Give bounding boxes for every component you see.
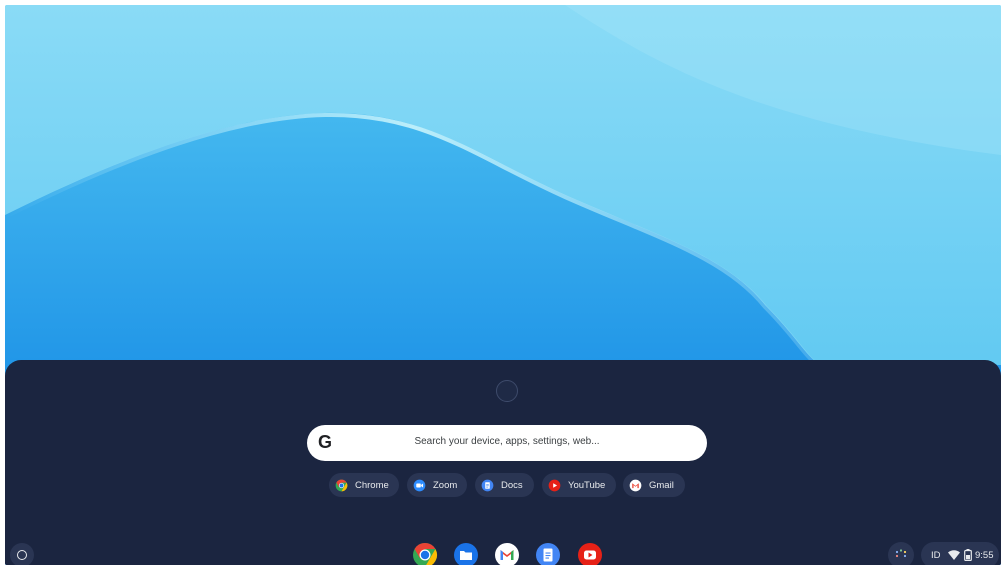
gmail-icon bbox=[629, 479, 642, 491]
zoom-icon bbox=[413, 479, 426, 491]
docs-icon[interactable] bbox=[535, 542, 561, 565]
chrome-icon[interactable] bbox=[412, 542, 438, 565]
wifi-icon bbox=[948, 550, 960, 560]
ime-indicator: ID bbox=[931, 550, 941, 561]
files-icon[interactable] bbox=[453, 542, 479, 565]
suggested-app-label: Docs bbox=[501, 479, 523, 491]
status-tray[interactable]: ID 9:55 bbox=[921, 542, 999, 565]
clock: 9:55 bbox=[975, 550, 994, 561]
battery-icon bbox=[964, 549, 972, 561]
launcher-ring-icon bbox=[17, 550, 27, 560]
youtube-icon bbox=[548, 479, 561, 491]
youtube-icon[interactable] bbox=[577, 542, 603, 565]
suggested-app-youtube[interactable]: YouTube bbox=[542, 473, 616, 497]
overview-button[interactable] bbox=[888, 542, 914, 565]
suggested-app-label: Gmail bbox=[649, 479, 674, 491]
suggested-app-docs[interactable]: Docs bbox=[475, 473, 534, 497]
suggested-app-gmail[interactable]: Gmail bbox=[623, 473, 685, 497]
chrome-icon bbox=[335, 479, 348, 491]
suggested-app-label: Chrome bbox=[355, 479, 389, 491]
desktop: G Search your device, apps, settings, we… bbox=[5, 5, 1001, 565]
suggested-app-label: YouTube bbox=[568, 479, 606, 491]
suggested-apps: Chrome Zoom Docs YouTube Gmail bbox=[5, 473, 1001, 497]
suggested-app-chrome[interactable]: Chrome bbox=[329, 473, 399, 497]
assistant-icon[interactable] bbox=[496, 380, 518, 402]
launcher-search-box[interactable]: G Search your device, apps, settings, we… bbox=[307, 425, 707, 461]
search-placeholder: Search your device, apps, settings, web.… bbox=[414, 436, 600, 447]
docs-icon bbox=[481, 479, 494, 491]
gmail-icon[interactable] bbox=[494, 542, 520, 565]
dots-grid-icon bbox=[895, 549, 907, 558]
app-launcher: G Search your device, apps, settings, we… bbox=[5, 360, 1001, 565]
suggested-app-zoom[interactable]: Zoom bbox=[407, 473, 467, 497]
launcher-button[interactable] bbox=[10, 543, 34, 565]
suggested-app-label: Zoom bbox=[433, 479, 458, 491]
